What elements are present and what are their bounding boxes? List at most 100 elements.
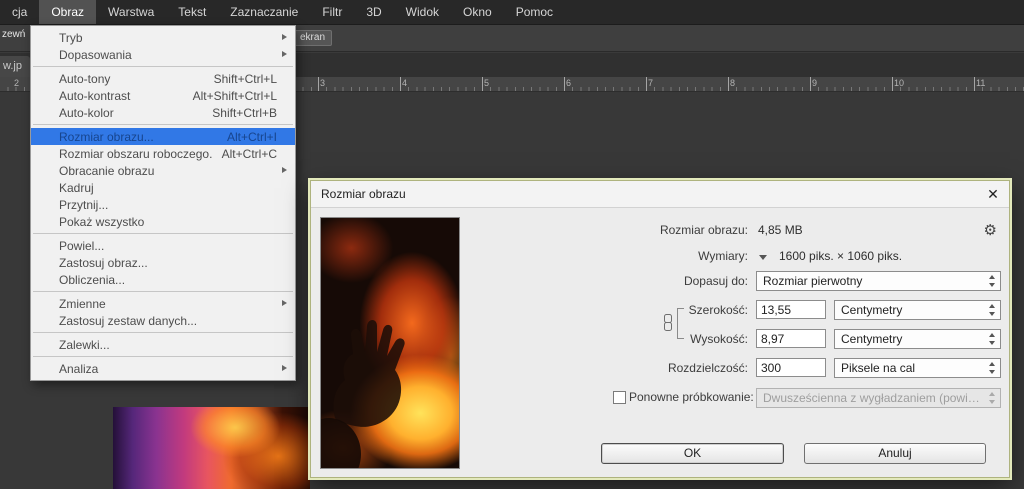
- ruler-number: 11: [976, 78, 986, 88]
- menubar-item[interactable]: Zaznaczanie: [218, 0, 310, 24]
- width-unit-select[interactable]: Centymetry: [834, 300, 1001, 320]
- image-menu-item[interactable]: [33, 356, 293, 357]
- combo-arrows-icon: [985, 272, 1000, 290]
- ruler-number: 2: [14, 78, 20, 88]
- height-unit-select[interactable]: Centymetry: [834, 329, 1001, 349]
- menubar-item[interactable]: Filtr: [310, 0, 354, 24]
- image-menu-item[interactable]: Obracanie obrazu: [31, 162, 295, 179]
- submenu-arrow-icon: [277, 295, 289, 312]
- document-tab[interactable]: w.jp: [0, 56, 30, 77]
- image-size-dialog: Rozmiar obrazu ✕ Rozmiar obrazu: 4,85 MB…: [310, 180, 1010, 478]
- submenu-arrow-icon: [277, 237, 289, 254]
- menu-item-label: Kadruj: [59, 180, 94, 195]
- image-menu-item[interactable]: Rozmiar obrazu... Alt+Ctrl+I: [31, 128, 295, 145]
- submenu-arrow-icon: [277, 336, 289, 353]
- width-unit-value: Centymetry: [841, 303, 903, 317]
- resample-label: Ponowne próbkowanie:: [629, 390, 754, 404]
- submenu-arrow-icon: [277, 213, 289, 230]
- ruler-number: 3: [320, 78, 326, 88]
- image-menu-item[interactable]: [33, 124, 293, 125]
- menu-item-label: Obliczenia...: [59, 272, 126, 287]
- submenu-arrow-icon: [277, 87, 289, 104]
- ruler-number: 6: [566, 78, 572, 88]
- ruler-number: 4: [402, 78, 408, 88]
- image-menu-item[interactable]: Auto-kontrast Alt+Shift+Ctrl+L: [31, 87, 295, 104]
- width-label: Szerokość:: [688, 303, 748, 317]
- submenu-arrow-icon: [277, 145, 289, 162]
- image-menu-item[interactable]: Powiel...: [31, 237, 295, 254]
- dimensions-value: 1600 piks. × 1060 piks.: [779, 249, 903, 263]
- menu-item-label: Analiza: [59, 361, 99, 376]
- menu-item-label: Zastosuj zestaw danych...: [59, 313, 198, 328]
- menubar-item[interactable]: Okno: [451, 0, 504, 24]
- menu-item-shortcut: Alt+Ctrl+C: [221, 146, 277, 161]
- cancel-button[interactable]: Anuluj: [804, 443, 986, 464]
- image-menu-item[interactable]: Zmienne: [31, 295, 295, 312]
- image-menu-item[interactable]: Tryb: [31, 29, 295, 46]
- image-preview: [320, 217, 460, 469]
- menubar-item[interactable]: Tekst: [166, 0, 218, 24]
- menu-item-label: Tryb: [59, 30, 83, 45]
- gear-icon[interactable]: ⚙: [984, 221, 997, 239]
- image-menu-item[interactable]: Obliczenia...: [31, 271, 295, 288]
- ruler-number: 8: [730, 78, 736, 88]
- image-menu-item[interactable]: Analiza: [31, 360, 295, 377]
- image-menu-item[interactable]: Pokaż wszystko: [31, 213, 295, 230]
- resolution-unit-select[interactable]: Piksele na cal: [834, 358, 1001, 378]
- close-icon[interactable]: ✕: [983, 184, 1003, 204]
- image-menu-item[interactable]: Zastosuj obraz...: [31, 254, 295, 271]
- ruler-number: 7: [648, 78, 654, 88]
- ok-button[interactable]: OK: [601, 443, 784, 464]
- image-menu-item[interactable]: [33, 233, 293, 234]
- fit-to-value: Rozmiar pierwotny: [763, 274, 863, 288]
- dimensions-dropdown-icon[interactable]: [756, 250, 771, 265]
- ruler-number: 9: [812, 78, 818, 88]
- options-panel-fragment: zewń: [2, 29, 26, 40]
- menubar-item[interactable]: Warstwa: [96, 0, 166, 24]
- height-input[interactable]: [756, 329, 826, 348]
- image-menu-item[interactable]: [33, 332, 293, 333]
- image-menu-item[interactable]: Zastosuj zestaw danych...: [31, 312, 295, 329]
- image-size-value: 4,85 MB: [758, 223, 803, 237]
- menu-item-label: Pokaż wszystko: [59, 214, 145, 229]
- resample-select: Dwusześcienna z wygładzaniem (powięk...: [756, 388, 1001, 408]
- screen-mode-button[interactable]: ekran: [293, 30, 333, 46]
- menu-item-shortcut: Alt+Shift+Ctrl+L: [192, 88, 277, 103]
- combo-arrows-icon: [985, 359, 1000, 377]
- dialog-titlebar[interactable]: Rozmiar obrazu ✕: [311, 181, 1009, 208]
- image-menu-item[interactable]: Auto-kolor Shift+Ctrl+B: [31, 104, 295, 121]
- image-menu-item[interactable]: Zalewki...: [31, 336, 295, 353]
- image-menu-item[interactable]: Rozmiar obszaru roboczego... Alt+Ctrl+C: [31, 145, 295, 162]
- menubar-item[interactable]: 3D: [354, 0, 393, 24]
- dimensions-label: Wymiary:: [698, 249, 748, 263]
- height-unit-value: Centymetry: [841, 332, 903, 346]
- menubar-item[interactable]: Pomoc: [504, 0, 565, 24]
- fit-to-select[interactable]: Rozmiar pierwotny: [756, 271, 1001, 291]
- submenu-arrow-icon: [277, 179, 289, 196]
- submenu-arrow-icon: [277, 254, 289, 271]
- resolution-input[interactable]: [756, 358, 826, 377]
- image-menu-item[interactable]: Kadruj: [31, 179, 295, 196]
- width-input[interactable]: [756, 300, 826, 319]
- menubar-item[interactable]: cja: [0, 0, 39, 24]
- menu-item-label: Zalewki...: [59, 337, 110, 352]
- image-menu-item[interactable]: Przytnij...: [31, 196, 295, 213]
- image-menu-item[interactable]: [33, 291, 293, 292]
- image-menu-item[interactable]: Dopasowania: [31, 46, 295, 63]
- menu-bar: cja Obraz Warstwa Tekst Zaznaczanie Filtr 3D Wi…: [0, 0, 1024, 25]
- image-menu-item[interactable]: [33, 66, 293, 67]
- menu-item-label: Rozmiar obszaru roboczego...: [59, 146, 212, 161]
- menu-item-label: Rozmiar obrazu...: [59, 129, 154, 144]
- menubar-item[interactable]: Obraz: [39, 0, 97, 24]
- combo-arrows-icon: [985, 301, 1000, 319]
- resample-checkbox[interactable]: [613, 391, 626, 404]
- submenu-arrow-icon: [277, 46, 289, 63]
- height-label: Wysokość:: [690, 332, 748, 346]
- submenu-arrow-icon: [277, 162, 289, 179]
- image-menu-item[interactable]: Auto-tony Shift+Ctrl+L: [31, 70, 295, 87]
- combo-arrows-icon: [985, 389, 1000, 407]
- menubar-item[interactable]: Widok: [394, 0, 451, 24]
- menu-item-label: Auto-tony: [59, 71, 111, 86]
- submenu-arrow-icon: [277, 360, 289, 377]
- image-menu-dropdown: Tryb Dopasowania Auto-tony Shift+Ctrl+L …: [30, 25, 296, 381]
